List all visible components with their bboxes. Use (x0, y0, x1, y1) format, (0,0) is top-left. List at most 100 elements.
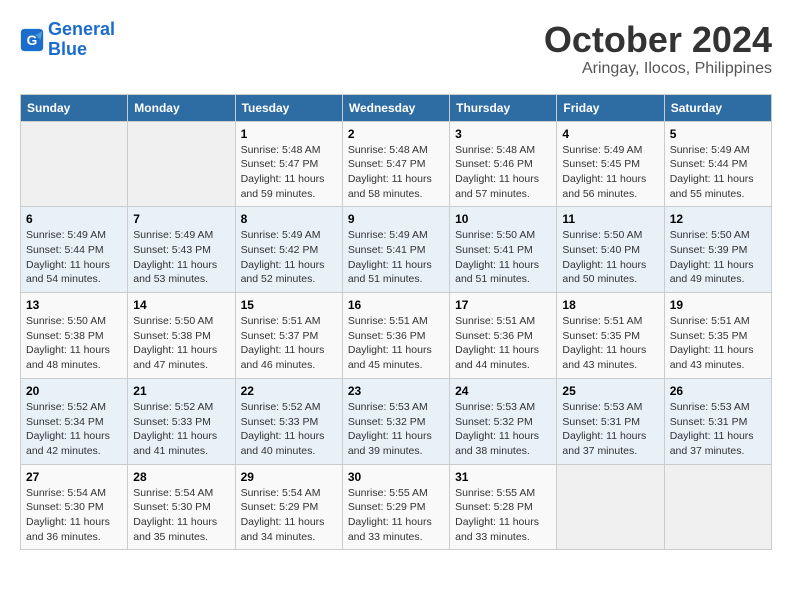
week-row-3: 13 Sunrise: 5:50 AMSunset: 5:38 PMDayligh… (21, 293, 772, 379)
day-info: Sunrise: 5:54 AMSunset: 5:30 PMDaylight:… (133, 486, 229, 545)
table-cell: 10 Sunrise: 5:50 AMSunset: 5:41 PMDayligh… (450, 207, 557, 293)
table-cell: 3Sunrise: 5:48 AMSunset: 5:46 PMDaylight… (450, 121, 557, 207)
day-info: Sunrise: 5:50 AMSunset: 5:40 PMDaylight:… (562, 228, 658, 287)
day-number: 14 (133, 298, 229, 312)
table-cell: 15 Sunrise: 5:51 AMSunset: 5:37 PMDayligh… (235, 293, 342, 379)
day-number: 10 (455, 212, 551, 226)
table-cell: 25 Sunrise: 5:53 AMSunset: 5:31 PMDayligh… (557, 378, 664, 464)
day-info: Sunrise: 5:51 AMSunset: 5:36 PMDaylight:… (455, 314, 551, 373)
day-info: Sunrise: 5:51 AMSunset: 5:36 PMDaylight:… (348, 314, 444, 373)
table-cell: 1Sunrise: 5:48 AMSunset: 5:47 PMDaylight… (235, 121, 342, 207)
table-cell: 16 Sunrise: 5:51 AMSunset: 5:36 PMDayligh… (342, 293, 449, 379)
day-info: Sunrise: 5:52 AMSunset: 5:33 PMDaylight:… (241, 400, 337, 459)
table-cell: 23Sunrise: 5:53 AMSunset: 5:32 PMDayligh… (342, 378, 449, 464)
day-info: Sunrise: 5:49 AMSunset: 5:44 PMDaylight:… (670, 143, 766, 202)
col-monday: Monday (128, 94, 235, 121)
day-info: Sunrise: 5:49 AMSunset: 5:41 PMDaylight:… (348, 228, 444, 287)
logo-icon: G (20, 28, 44, 52)
day-number: 17 (455, 298, 551, 312)
day-number: 2 (348, 127, 444, 141)
day-number: 3 (455, 127, 551, 141)
day-info: Sunrise: 5:54 AMSunset: 5:30 PMDaylight:… (26, 486, 122, 545)
day-info: Sunrise: 5:49 AMSunset: 5:43 PMDaylight:… (133, 228, 229, 287)
table-cell: 19Sunrise: 5:51 AMSunset: 5:35 PMDayligh… (664, 293, 771, 379)
day-number: 21 (133, 384, 229, 398)
table-cell (21, 121, 128, 207)
logo-text: General Blue (48, 20, 115, 60)
day-info: Sunrise: 5:52 AMSunset: 5:33 PMDaylight:… (133, 400, 229, 459)
day-info: Sunrise: 5:52 AMSunset: 5:34 PMDaylight:… (26, 400, 122, 459)
day-info: Sunrise: 5:49 AMSunset: 5:42 PMDaylight:… (241, 228, 337, 287)
table-cell: 26 Sunrise: 5:53 AMSunset: 5:31 PMDayligh… (664, 378, 771, 464)
table-cell: 31Sunrise: 5:55 AMSunset: 5:28 PMDayligh… (450, 464, 557, 550)
day-number: 23 (348, 384, 444, 398)
table-cell: 8 Sunrise: 5:49 AMSunset: 5:42 PMDaylight… (235, 207, 342, 293)
table-cell: 4 Sunrise: 5:49 AMSunset: 5:45 PMDaylight… (557, 121, 664, 207)
day-number: 25 (562, 384, 658, 398)
day-number: 27 (26, 470, 122, 484)
week-row-4: 20 Sunrise: 5:52 AMSunset: 5:34 PMDayligh… (21, 378, 772, 464)
table-cell: 6 Sunrise: 5:49 AMSunset: 5:44 PMDaylight… (21, 207, 128, 293)
day-info: Sunrise: 5:51 AMSunset: 5:37 PMDaylight:… (241, 314, 337, 373)
table-cell: 9Sunrise: 5:49 AMSunset: 5:41 PMDaylight… (342, 207, 449, 293)
day-number: 11 (562, 212, 658, 226)
header-row: Sunday Monday Tuesday Wednesday Thursday… (21, 94, 772, 121)
day-number: 1 (241, 127, 337, 141)
table-cell (128, 121, 235, 207)
day-info: Sunrise: 5:53 AMSunset: 5:32 PMDaylight:… (455, 400, 551, 459)
day-info: Sunrise: 5:50 AMSunset: 5:38 PMDaylight:… (133, 314, 229, 373)
col-friday: Friday (557, 94, 664, 121)
day-info: Sunrise: 5:51 AMSunset: 5:35 PMDaylight:… (562, 314, 658, 373)
day-info: Sunrise: 5:50 AMSunset: 5:38 PMDaylight:… (26, 314, 122, 373)
table-cell: 18Sunrise: 5:51 AMSunset: 5:35 PMDayligh… (557, 293, 664, 379)
table-cell: 21 Sunrise: 5:52 AMSunset: 5:33 PMDayligh… (128, 378, 235, 464)
day-info: Sunrise: 5:53 AMSunset: 5:31 PMDaylight:… (670, 400, 766, 459)
day-number: 15 (241, 298, 337, 312)
day-number: 16 (348, 298, 444, 312)
day-info: Sunrise: 5:55 AMSunset: 5:28 PMDaylight:… (455, 486, 551, 545)
col-tuesday: Tuesday (235, 94, 342, 121)
day-info: Sunrise: 5:54 AMSunset: 5:29 PMDaylight:… (241, 486, 337, 545)
day-number: 7 (133, 212, 229, 226)
day-number: 20 (26, 384, 122, 398)
week-row-2: 6 Sunrise: 5:49 AMSunset: 5:44 PMDaylight… (21, 207, 772, 293)
day-info: Sunrise: 5:50 AMSunset: 5:39 PMDaylight:… (670, 228, 766, 287)
day-number: 30 (348, 470, 444, 484)
col-sunday: Sunday (21, 94, 128, 121)
location-subtitle: Aringay, Ilocos, Philippines (544, 60, 772, 78)
day-info: Sunrise: 5:49 AMSunset: 5:45 PMDaylight:… (562, 143, 658, 202)
page-header: G General Blue October 2024 Aringay, Ilo… (20, 20, 772, 78)
day-info: Sunrise: 5:53 AMSunset: 5:31 PMDaylight:… (562, 400, 658, 459)
day-number: 6 (26, 212, 122, 226)
svg-text:G: G (27, 33, 38, 48)
col-thursday: Thursday (450, 94, 557, 121)
table-cell: 12Sunrise: 5:50 AMSunset: 5:39 PMDayligh… (664, 207, 771, 293)
day-number: 13 (26, 298, 122, 312)
table-cell: 20 Sunrise: 5:52 AMSunset: 5:34 PMDayligh… (21, 378, 128, 464)
table-cell: 14 Sunrise: 5:50 AMSunset: 5:38 PMDayligh… (128, 293, 235, 379)
day-number: 5 (670, 127, 766, 141)
table-cell: 7 Sunrise: 5:49 AMSunset: 5:43 PMDaylight… (128, 207, 235, 293)
day-number: 8 (241, 212, 337, 226)
table-cell: 2Sunrise: 5:48 AMSunset: 5:47 PMDaylight… (342, 121, 449, 207)
day-number: 24 (455, 384, 551, 398)
day-number: 4 (562, 127, 658, 141)
table-cell: 13 Sunrise: 5:50 AMSunset: 5:38 PMDayligh… (21, 293, 128, 379)
calendar-header: Sunday Monday Tuesday Wednesday Thursday… (21, 94, 772, 121)
day-info: Sunrise: 5:49 AMSunset: 5:44 PMDaylight:… (26, 228, 122, 287)
col-wednesday: Wednesday (342, 94, 449, 121)
day-info: Sunrise: 5:50 AMSunset: 5:41 PMDaylight:… (455, 228, 551, 287)
day-number: 28 (133, 470, 229, 484)
logo-blue: Blue (48, 39, 87, 59)
table-cell (664, 464, 771, 550)
table-cell: 28 Sunrise: 5:54 AMSunset: 5:30 PMDayligh… (128, 464, 235, 550)
table-cell: 30 Sunrise: 5:55 AMSunset: 5:29 PMDayligh… (342, 464, 449, 550)
day-number: 26 (670, 384, 766, 398)
table-cell: 22Sunrise: 5:52 AMSunset: 5:33 PMDayligh… (235, 378, 342, 464)
table-cell: 11 Sunrise: 5:50 AMSunset: 5:40 PMDayligh… (557, 207, 664, 293)
calendar-body: 1Sunrise: 5:48 AMSunset: 5:47 PMDaylight… (21, 121, 772, 550)
logo-general: General (48, 19, 115, 39)
week-row-1: 1Sunrise: 5:48 AMSunset: 5:47 PMDaylight… (21, 121, 772, 207)
day-info: Sunrise: 5:55 AMSunset: 5:29 PMDaylight:… (348, 486, 444, 545)
day-info: Sunrise: 5:51 AMSunset: 5:35 PMDaylight:… (670, 314, 766, 373)
